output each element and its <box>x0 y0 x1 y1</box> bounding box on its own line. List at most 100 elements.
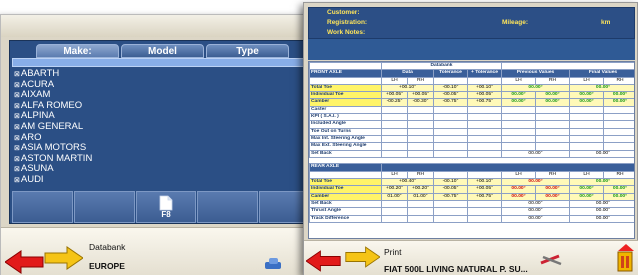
table-row: Max Int. Steering Angle <box>309 134 634 144</box>
final-rh <box>603 142 634 151</box>
data-lh <box>381 142 408 151</box>
final-value: 00.00° <box>569 83 634 93</box>
measurement-label: Max Ext. Steering Angle <box>309 142 382 151</box>
measurement-label: Total Toe <box>309 178 382 187</box>
final-rh <box>603 105 634 115</box>
tolerance-minus <box>433 120 468 129</box>
tab-type[interactable]: Type <box>206 44 289 58</box>
table-row: Thrust Angle 00.00° 00.00° <box>309 207 634 216</box>
table-cell <box>466 170 503 180</box>
customer-label: Customer: <box>327 9 360 16</box>
rh-header: RH <box>407 170 434 180</box>
tolerance-minus: -00.75° <box>433 98 468 107</box>
tolerance-plus <box>466 134 503 144</box>
data-lh <box>381 105 408 115</box>
make-search-input[interactable] <box>12 58 320 67</box>
make-name: ASIA MOTORS <box>20 142 87 154</box>
final-rh: 00.00° <box>603 91 634 100</box>
measurement-label: Set Back <box>309 199 382 209</box>
back-arrow-icon[interactable] <box>5 250 45 274</box>
rh-header: RH <box>603 170 634 180</box>
make-marker-icon: ⊠ <box>14 113 20 121</box>
tolerance-plus: +00.10° <box>466 83 503 93</box>
make-list[interactable]: ⊠ABARTH ⊠ACURA ⊠AIXAM ⊠ALFA ROMEO ⊠ALPINA ⊠AM… <box>12 58 320 188</box>
make-list-item[interactable]: ⊠AUDI <box>12 174 320 186</box>
make-name: AM GENERAL <box>20 120 84 132</box>
tolerance-minus <box>433 199 468 209</box>
table-row: Individual Toe +00.05° +00.05° -00.05° +00.0… <box>309 91 634 100</box>
bottom-toolbar: Print FIAT 500L LIVING NATURAL P. SU... <box>304 240 638 275</box>
make-list-item[interactable]: ⊠ASUNA <box>12 164 320 175</box>
col-final: Final Values <box>569 69 634 78</box>
tolerance-minus <box>433 214 468 223</box>
region-label: EUROPE <box>89 261 125 271</box>
function-key-2[interactable] <box>73 191 135 223</box>
previous-value: 00.00° <box>501 199 571 209</box>
previous-rh: 00.00° <box>535 185 571 194</box>
tolerance-minus <box>433 105 468 115</box>
exit-icon[interactable] <box>616 244 636 272</box>
tolerance-plus: +00.05° <box>466 185 503 194</box>
tab-make[interactable]: Make: <box>36 44 119 58</box>
forward-arrow-icon[interactable] <box>344 245 380 269</box>
tolerance-plus <box>466 120 503 129</box>
make-list-item[interactable]: ⊠ABARTH <box>12 68 320 80</box>
tolerance-minus <box>433 127 468 136</box>
previous-rh <box>535 120 571 129</box>
final-lh: 00.00° <box>569 185 605 194</box>
previous-rh <box>535 142 571 151</box>
table-row: Camber -00.25° -00.30° -00.75° +00.75° 00.00°… <box>309 98 634 107</box>
make-name: ABARTH <box>20 68 60 79</box>
previous-value: 00.00° <box>501 207 571 216</box>
measurement-label: Set Back <box>309 149 382 158</box>
previous-rh <box>535 113 571 122</box>
table-row: LH RH LH RH LH RH <box>309 76 634 85</box>
previous-value: 00.00° <box>501 149 571 158</box>
tolerance-plus <box>466 199 503 209</box>
col-tol-minus: Tolerance <box>433 69 468 78</box>
tools-icon[interactable] <box>539 253 565 267</box>
col-previous: Previous Values <box>501 69 571 78</box>
customer-header: Customer: Registration: Mileage: km Work… <box>308 7 635 39</box>
table-row: Caster <box>309 105 634 115</box>
make-list-item[interactable]: ⊠AM GENERAL <box>12 120 320 133</box>
final-lh <box>569 105 605 115</box>
tolerance-plus <box>466 214 503 223</box>
tolerance-minus <box>433 134 468 144</box>
print-report-window: Customer: Registration: Mileage: km Work… <box>303 2 638 275</box>
previous-rh <box>535 127 571 136</box>
make-list-item[interactable]: ⊠ACURA <box>12 79 320 91</box>
previous-lh <box>501 127 537 136</box>
measurement-label: Caster <box>309 105 382 115</box>
make-list-item[interactable]: ⊠ASTON MARTIN <box>12 153 320 165</box>
previous-lh <box>501 120 537 129</box>
function-key-1[interactable] <box>12 191 73 223</box>
table-row <box>310 157 635 164</box>
table-row: Total Toe +00.40° -00.10° +00.10° 00.00° 00.0… <box>309 178 634 187</box>
tolerance-plus <box>466 207 503 216</box>
tab-model[interactable]: Model <box>121 44 204 58</box>
make-marker-icon: ⊠ <box>14 92 20 100</box>
tolerance-plus: +00.10° <box>466 178 503 187</box>
table-cell <box>309 170 382 180</box>
previous-rh: 00.00° <box>535 192 571 201</box>
registration-label: Registration: <box>327 19 368 26</box>
table-row: REAR AXLE <box>309 163 634 172</box>
previous-lh: 00.00° <box>501 91 537 100</box>
make-list-item[interactable]: ⊠ALFA ROMEO <box>12 100 320 112</box>
forward-arrow-icon[interactable] <box>43 246 83 270</box>
previous-value: 00.00° <box>501 178 571 187</box>
make-name: ALPINA <box>20 110 55 122</box>
table-row: Max Ext. Steering Angle <box>309 142 634 151</box>
back-arrow-icon[interactable] <box>306 249 342 273</box>
make-marker-icon: ⊠ <box>14 166 20 174</box>
previous-lh: 00.00° <box>501 98 537 107</box>
data-rh: +00.20° <box>407 185 434 194</box>
function-key-4[interactable] <box>197 191 259 223</box>
vehicle-label: FIAT 500L LIVING NATURAL P. SU... <box>384 264 528 274</box>
final-lh <box>569 113 605 122</box>
car-icon[interactable] <box>263 256 283 272</box>
tolerance-minus <box>433 207 468 216</box>
tolerance-plus <box>466 149 503 158</box>
function-key-f8[interactable]: F8 <box>135 191 197 223</box>
